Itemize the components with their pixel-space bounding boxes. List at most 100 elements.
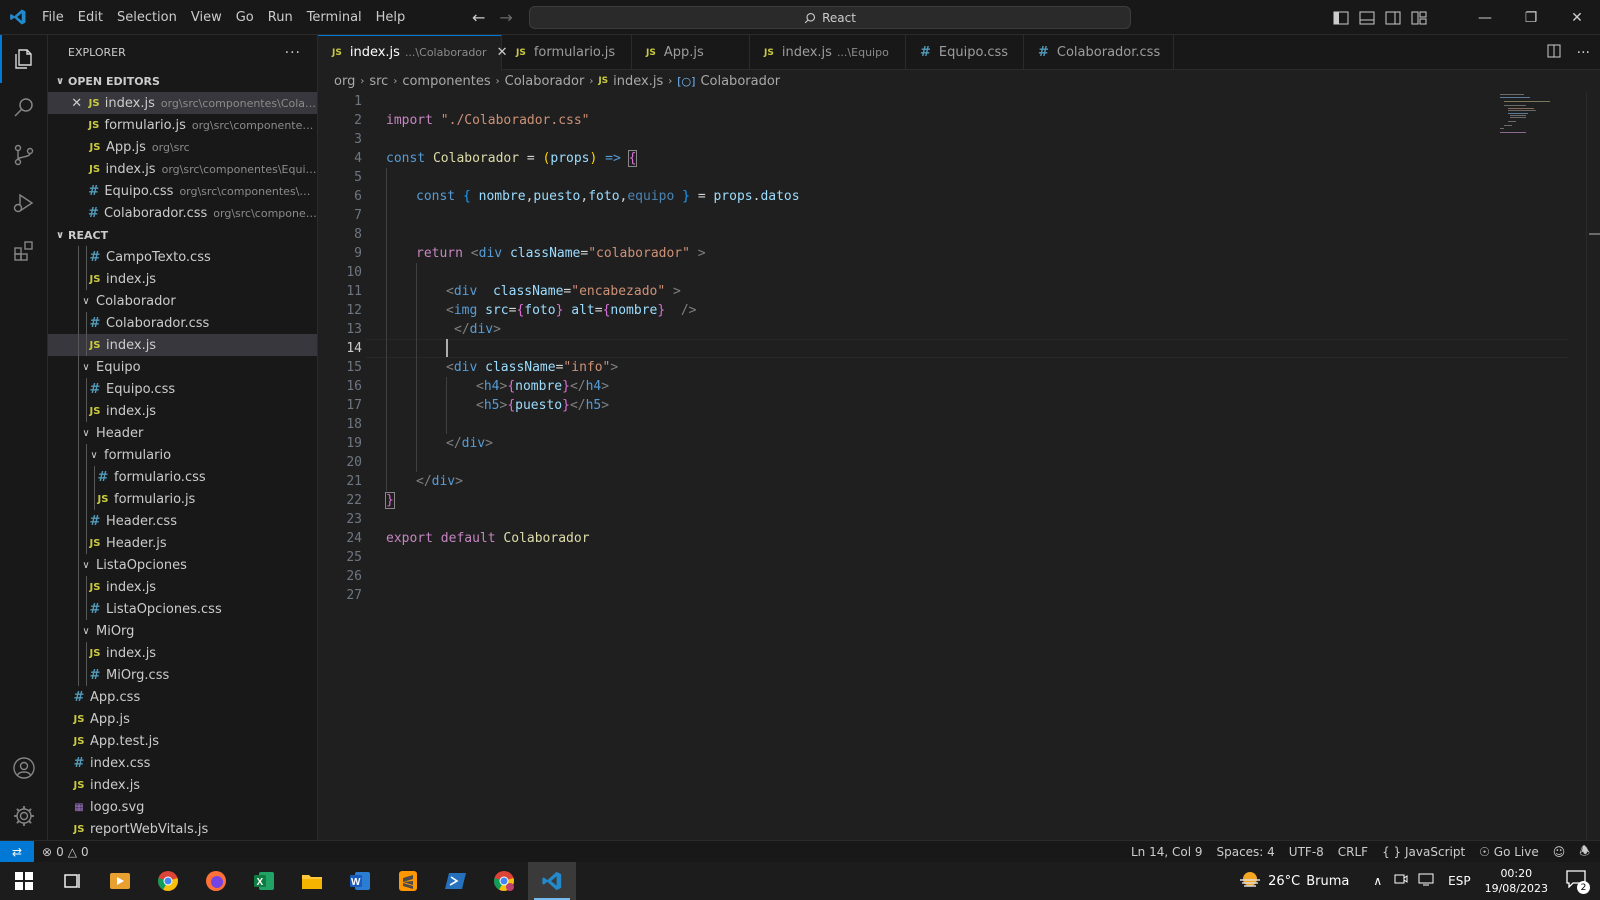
search-icon[interactable]: [0, 83, 48, 131]
minimap[interactable]: [1500, 92, 1570, 152]
open-editor-item[interactable]: ✕ JS index.js org\src\componentes\Colab...: [48, 92, 317, 114]
go-live-button[interactable]: ☉ Go Live: [1479, 845, 1539, 859]
vscode-taskbar-icon[interactable]: [528, 862, 576, 900]
notification-center-icon[interactable]: 2: [1566, 870, 1590, 894]
editor-tab[interactable]: JS App.js: [632, 35, 750, 70]
end-of-line[interactable]: CRLF: [1338, 845, 1368, 859]
breadcrumb-item[interactable]: src: [369, 74, 388, 89]
tree-file[interactable]: # CampoTexto.css: [48, 246, 317, 268]
command-center-search[interactable]: React: [529, 6, 1131, 29]
breadcrumb-item[interactable]: org: [334, 74, 355, 89]
tree-file[interactable]: JS index.js: [48, 268, 317, 290]
forward-arrow-icon[interactable]: →: [499, 8, 512, 27]
menu-selection[interactable]: Selection: [110, 0, 184, 35]
menu-help[interactable]: Help: [369, 0, 413, 35]
tree-file[interactable]: JS index.js: [48, 334, 317, 356]
vertical-scrollbar[interactable]: [1586, 92, 1600, 840]
tree-file[interactable]: # index.css: [48, 752, 317, 774]
close-window-icon[interactable]: ✕: [1554, 10, 1600, 26]
word-icon[interactable]: W: [336, 862, 384, 900]
network-icon[interactable]: [1418, 872, 1434, 890]
tree-file[interactable]: JS index.js: [48, 642, 317, 664]
accounts-icon[interactable]: [0, 744, 48, 792]
problems-indicator[interactable]: ⊗ 0 △ 0: [34, 845, 89, 859]
tree-file[interactable]: # Header.css: [48, 510, 317, 532]
tree-file[interactable]: JS reportWebVitals.js: [48, 818, 317, 840]
editor-tab[interactable]: JS index.js ...\Equipo: [750, 35, 906, 70]
menu-terminal[interactable]: Terminal: [300, 0, 369, 35]
tree-folder[interactable]: ∨ Header: [48, 422, 317, 444]
toggle-secondary-sidebar-icon[interactable]: [1380, 11, 1406, 25]
notifications-bell-icon[interactable]: 🕭: [1579, 842, 1590, 863]
open-editor-item[interactable]: # Equipo.css org\src\componentes\Eq...: [48, 180, 317, 202]
run-debug-icon[interactable]: [0, 179, 48, 227]
tree-file[interactable]: JS formulario.js: [48, 488, 317, 510]
breadcrumb-item[interactable]: Colaborador: [505, 74, 585, 89]
input-language[interactable]: ESP: [1448, 874, 1470, 888]
powershell-icon[interactable]: [432, 862, 480, 900]
file-encoding[interactable]: UTF-8: [1289, 845, 1324, 859]
show-hidden-icons-chevron-up-icon[interactable]: ∧: [1373, 874, 1382, 888]
task-view-icon[interactable]: [48, 862, 96, 900]
more-actions-icon[interactable]: ···: [1577, 45, 1590, 61]
menu-view[interactable]: View: [184, 0, 229, 35]
tree-file[interactable]: # formulario.css: [48, 466, 317, 488]
remote-window-icon[interactable]: ⇄: [0, 840, 34, 863]
firefox-icon[interactable]: [192, 862, 240, 900]
tree-folder[interactable]: ∨ MiOrg: [48, 620, 317, 642]
back-arrow-icon[interactable]: ←: [472, 8, 485, 27]
settings-gear-icon[interactable]: [0, 792, 48, 840]
clock[interactable]: 00:20 19/08/2023: [1485, 866, 1548, 896]
toggle-primary-sidebar-icon[interactable]: [1328, 11, 1354, 25]
code-editor[interactable]: 1 2 import "./Colaborador.css" 3 4 const…: [318, 92, 1568, 840]
meet-now-icon[interactable]: [1394, 872, 1408, 890]
minimize-icon[interactable]: —: [1462, 10, 1508, 26]
source-control-icon[interactable]: [0, 131, 48, 179]
open-editor-item[interactable]: JS index.js org\src\componentes\Equipo: [48, 158, 317, 180]
weather-widget[interactable]: 26°C Bruma: [1238, 869, 1349, 893]
split-editor-icon[interactable]: [1547, 43, 1561, 62]
tree-file[interactable]: # Colaborador.css: [48, 312, 317, 334]
feedback-icon[interactable]: ☺: [1553, 845, 1566, 859]
open-editors-header[interactable]: ∨ OPEN EDITORS: [48, 70, 317, 92]
tree-file[interactable]: # Equipo.css: [48, 378, 317, 400]
more-actions-icon[interactable]: ···: [285, 45, 301, 61]
close-editor-icon[interactable]: ✕: [68, 96, 85, 111]
restore-icon[interactable]: ❐: [1508, 10, 1554, 26]
file-explorer-icon[interactable]: [288, 862, 336, 900]
editor-tab[interactable]: # Equipo.css: [906, 35, 1024, 70]
open-editor-item[interactable]: JS App.js org\src: [48, 136, 317, 158]
menu-file[interactable]: File: [35, 0, 71, 35]
indentation[interactable]: Spaces: 4: [1216, 845, 1274, 859]
breadcrumb-item[interactable]: index.js: [613, 74, 663, 89]
tree-file[interactable]: JS App.js: [48, 708, 317, 730]
editor-tab[interactable]: JS index.js ...\Colaborador ✕: [318, 35, 507, 70]
tree-folder[interactable]: ∨ formulario: [48, 444, 317, 466]
tree-file[interactable]: JS index.js: [48, 774, 317, 796]
editor-tab[interactable]: JS formulario.js: [502, 35, 632, 70]
tree-folder[interactable]: ∨ Equipo: [48, 356, 317, 378]
tree-file[interactable]: JS App.test.js: [48, 730, 317, 752]
customize-layout-icon[interactable]: [1406, 11, 1432, 25]
editor-tab[interactable]: # Colaborador.css: [1024, 35, 1174, 70]
tree-file[interactable]: ▦ logo.svg: [48, 796, 317, 818]
toggle-panel-icon[interactable]: [1354, 11, 1380, 25]
open-editor-item[interactable]: # Colaborador.css org\src\componen...: [48, 202, 317, 224]
tree-folder[interactable]: ∨ ListaOpciones: [48, 554, 317, 576]
media-player-icon[interactable]: [96, 862, 144, 900]
menu-run[interactable]: Run: [261, 0, 300, 35]
chrome-icon[interactable]: [144, 862, 192, 900]
tree-folder[interactable]: ∨ Colaborador: [48, 290, 317, 312]
breadcrumb-item[interactable]: Colaborador: [700, 74, 780, 89]
open-editor-item[interactable]: JS formulario.js org\src\componentes\...: [48, 114, 317, 136]
explorer-icon[interactable]: [0, 35, 48, 83]
tree-file[interactable]: JS Header.js: [48, 532, 317, 554]
menu-edit[interactable]: Edit: [71, 0, 110, 35]
sublime-text-icon[interactable]: [384, 862, 432, 900]
excel-icon[interactable]: X: [240, 862, 288, 900]
language-mode[interactable]: { } JavaScript: [1382, 845, 1465, 859]
tree-file[interactable]: # App.css: [48, 686, 317, 708]
chrome-profile-icon[interactable]: [480, 862, 528, 900]
tree-file[interactable]: JS index.js: [48, 576, 317, 598]
tree-file[interactable]: # ListaOpciones.css: [48, 598, 317, 620]
